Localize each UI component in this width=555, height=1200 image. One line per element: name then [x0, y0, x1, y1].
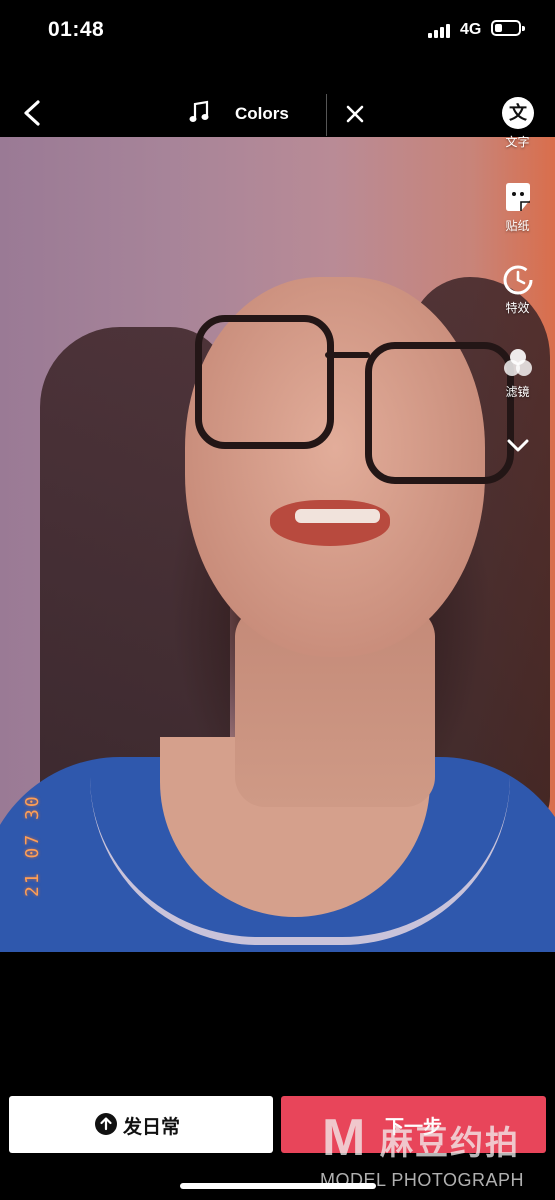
- watermark-logo: M 麻豆约拍: [322, 1108, 552, 1168]
- filter-icon: [503, 349, 532, 376]
- chevron-left-icon[interactable]: [18, 98, 46, 128]
- glasses-left-lens: [195, 315, 334, 449]
- tool-text[interactable]: 文 文字: [490, 96, 545, 150]
- tool-filter-label: 滤镜: [505, 385, 530, 399]
- svg-text:文: 文: [509, 102, 528, 124]
- text-icon: 文: [501, 97, 534, 129]
- teeth: [295, 509, 380, 523]
- effects-icon: [503, 265, 532, 295]
- chevron-down-icon[interactable]: [506, 436, 530, 456]
- tool-text-label: 文字: [505, 135, 530, 149]
- lips: [270, 500, 390, 546]
- date-stamp: 21 07 30: [22, 794, 43, 897]
- network-type: 4G: [460, 21, 482, 38]
- tool-effects[interactable]: 特效: [490, 262, 545, 316]
- watermark-letter: M: [322, 1109, 366, 1167]
- home-indicator[interactable]: [180, 1183, 376, 1189]
- close-icon[interactable]: [345, 104, 365, 124]
- status-time: 01:48: [48, 18, 105, 41]
- tool-sticker[interactable]: 贴纸: [490, 180, 545, 234]
- editor-top-bar: Colors: [0, 88, 555, 138]
- watermark-cn: 麻豆约拍: [380, 1124, 520, 1161]
- battery-icon: [491, 20, 525, 36]
- tool-effects-label: 特效: [505, 301, 530, 315]
- upload-arrow-icon: [95, 1113, 117, 1135]
- signal-icon: [428, 24, 454, 38]
- sticker-icon: [505, 183, 530, 211]
- tool-filter[interactable]: 滤镜: [490, 346, 545, 400]
- tool-sticker-label: 贴纸: [505, 219, 530, 233]
- glasses-bridge: [325, 352, 370, 358]
- divider: [326, 94, 327, 136]
- post-daily-label: 发日常: [123, 1117, 181, 1138]
- music-note-icon[interactable]: [188, 100, 210, 124]
- photo-preview[interactable]: 21 07 30: [0, 137, 555, 952]
- music-title[interactable]: Colors: [235, 104, 289, 124]
- status-bar: 01:48 4G: [0, 0, 555, 60]
- post-daily-button[interactable]: 发日常: [9, 1096, 273, 1153]
